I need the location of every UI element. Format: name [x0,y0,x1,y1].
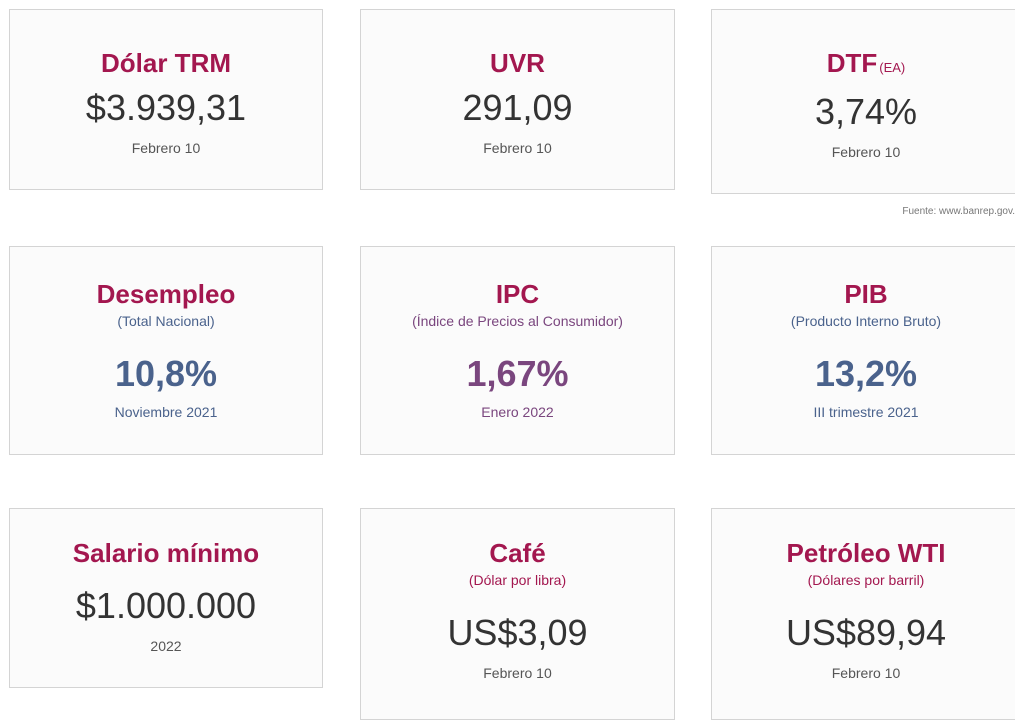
card-dtf: DTF (EA) 3,74% Febrero 10 [711,9,1015,194]
card-uvr: UVR 291,09 Febrero 10 [360,9,675,190]
card-value: 291,09 [462,87,573,128]
card-date: 2022 [150,638,182,654]
card-ipc: IPC (Índice de Precios al Consumidor) 1,… [360,246,675,455]
card-date: Enero 2022 [481,404,554,420]
card-pib: PIB (Producto Interno Bruto) 13,2% III t… [711,246,1015,455]
card-title: Café [489,538,546,568]
card-title: Salario mínimo [72,538,260,568]
card-desempleo: Desempleo (Total Nacional) 10,8% Noviemb… [9,246,323,455]
card-value: 3,74% [814,91,918,132]
card-dolar-trm: Dólar TRM $3.939,31 Febrero 10 [9,9,323,190]
card-subtitle: (Índice de Precios al Consumidor) [412,313,623,329]
card-value: 1,67% [466,353,569,394]
card-title: UVR [490,48,545,78]
source-note: Fuente: www.banrep.gov. [902,206,1015,217]
card-title: Petróleo WTI [786,538,946,568]
card-date: Noviembre 2021 [114,404,218,420]
card-value: US$3,09 [447,612,588,653]
card-value: US$89,94 [785,612,947,653]
card-subtitle: (Dólares por barril) [807,572,925,588]
card-title: IPC [495,279,540,309]
card-petroleo-wti: Petróleo WTI (Dólares por barril) US$89,… [711,508,1015,720]
card-title: PIB [844,279,888,309]
card-value: 10,8% [114,353,218,394]
card-subtitle: (Dólar por libra) [468,572,567,588]
card-subtitle: (Producto Interno Bruto) [790,313,942,329]
card-salario-minimo: Salario mínimo $1.000.000 2022 [9,508,323,688]
card-value: $3.939,31 [85,87,247,128]
card-title-tag: (EA) [879,60,906,75]
card-title-text: DTF [826,48,878,78]
card-date: III trimestre 2021 [813,404,919,420]
card-date: Febrero 10 [831,665,901,681]
card-value: $1.000.000 [75,585,257,626]
card-title: Desempleo [96,279,236,309]
card-subtitle: (Total Nacional) [117,313,215,329]
card-title: DTF (EA) [712,50,1015,76]
card-date: Febrero 10 [831,144,901,160]
card-title: Dólar TRM [101,48,231,78]
card-value: 13,2% [814,353,918,394]
card-date: Febrero 10 [131,140,201,156]
card-date: Febrero 10 [483,665,552,681]
card-date: Febrero 10 [483,140,552,156]
card-cafe: Café (Dólar por libra) US$3,09 Febrero 1… [360,508,675,720]
